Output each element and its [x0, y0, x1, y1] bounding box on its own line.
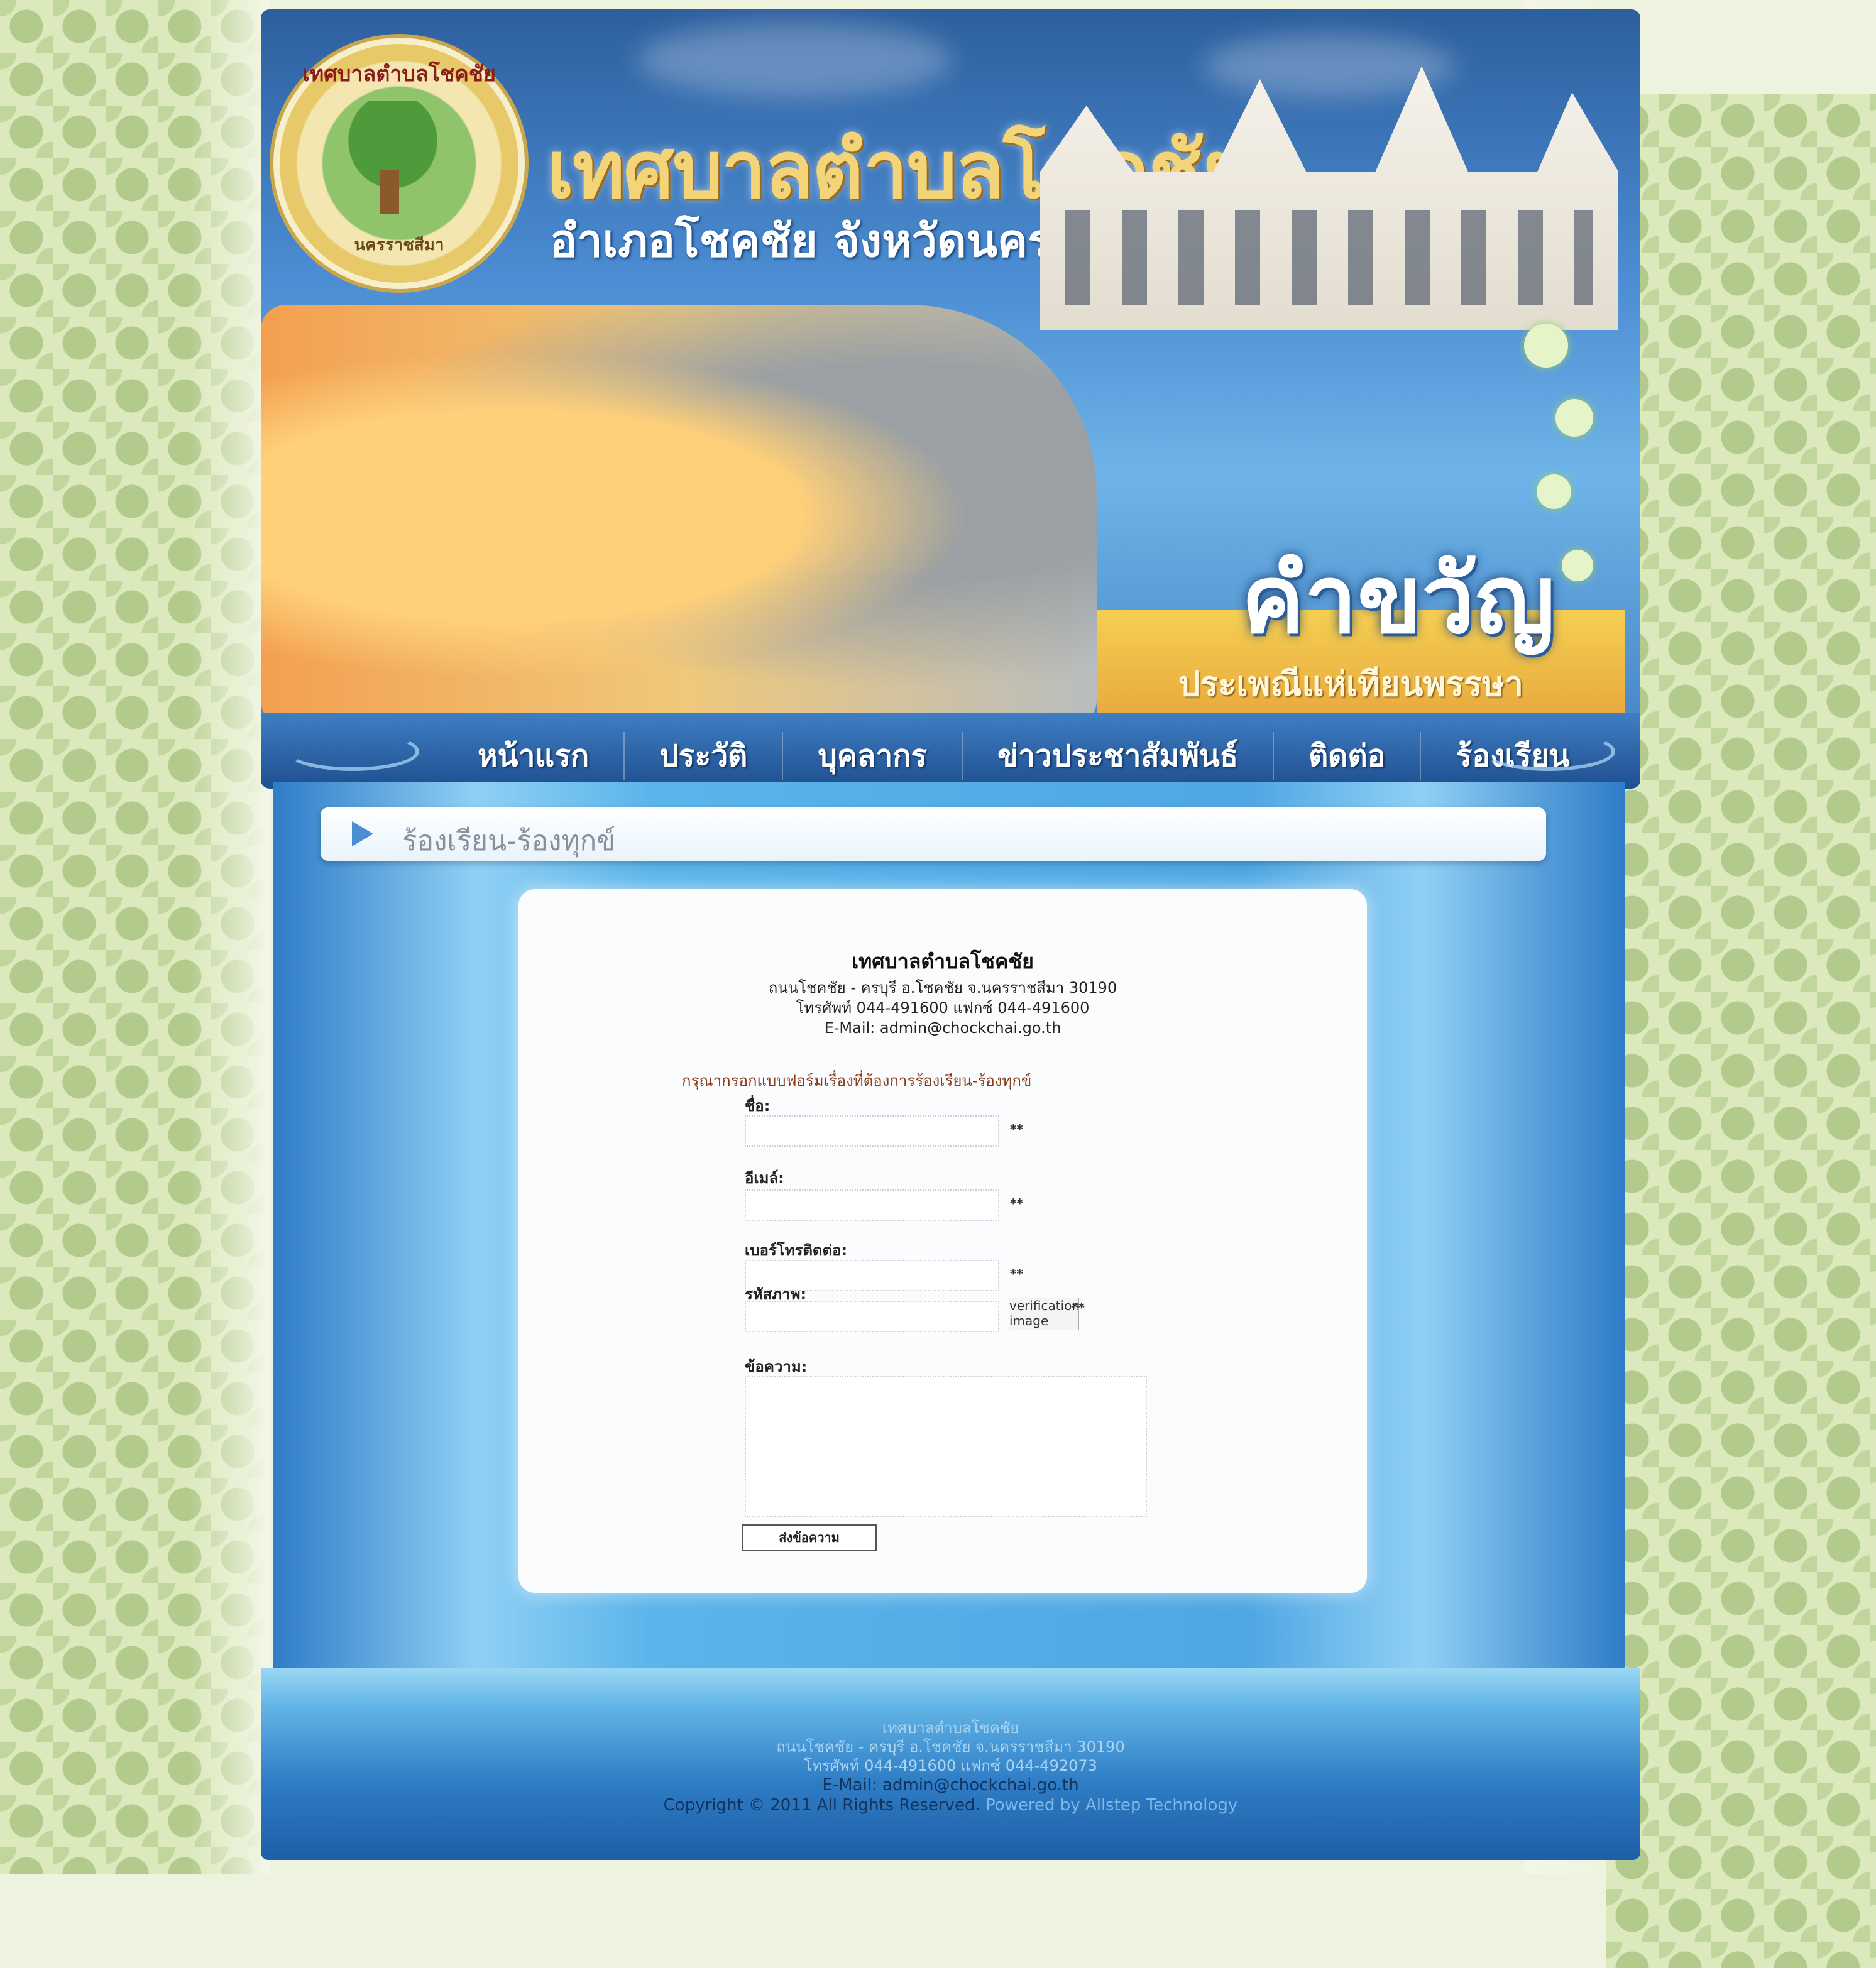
left-swirl-ornament — [286, 732, 419, 771]
town-hall-building-image — [1040, 66, 1618, 330]
left-fade — [189, 0, 270, 1874]
gold-strip-text: ประเพณีแห่เทียนพรรษา — [1178, 664, 1523, 704]
send-message-button[interactable]: ส่งข้อความ — [742, 1524, 877, 1551]
captcha-field[interactable] — [745, 1301, 999, 1332]
footer-copyright-line: Copyright © 2011 All Rights Reserved. Po… — [261, 1795, 1640, 1815]
footer-address: ถนนโชคชัย - ครบุรี อ.โชคชัย จ.นครราชสีมา… — [776, 1738, 1125, 1756]
footer-powered-by-link[interactable]: Powered by Allstep Technology — [985, 1796, 1237, 1815]
nav-item-news[interactable]: ข่าวประชาสัมพันธ์ — [963, 732, 1275, 780]
play-arrow-icon — [352, 821, 373, 846]
welcome-heading: คำขวัญ — [1241, 545, 1555, 655]
form-instructions: กรุณากรอกแบบฟอร์มเรื่องที่ต้องการร้องเรี… — [682, 1072, 1032, 1090]
footer-org-name: เทศบาลตำบลโชคชัย — [882, 1719, 1019, 1737]
site-header: เทศบาลตำบลโชคชัย นครราชสีมา เทศบาลตำบลโช… — [261, 9, 1640, 785]
captcha-image: verification image — [1009, 1298, 1079, 1330]
nav-item-personnel[interactable]: บุคลากร — [783, 732, 963, 780]
captcha-required-mark: ** — [1072, 1300, 1085, 1315]
phone-label: เบอร์โทรติดต่อ: — [745, 1242, 848, 1259]
org-name: เทศบาลตำบลโชคชัย — [852, 949, 1034, 973]
footer-copyright: Copyright © 2011 All Rights Reserved. — [663, 1796, 980, 1815]
footer-email: E-Mail: admin@chockchai.go.th — [822, 1776, 1079, 1795]
seal-top-text: เทศบาลตำบลโชคชัย — [302, 62, 496, 87]
main-content: ร้องเรียน-ร้องทุกข์ เทศบาลตำบลโชคชัย ถนน… — [273, 782, 1625, 1687]
right-pattern-background — [1606, 94, 1876, 1968]
cloud — [638, 22, 952, 97]
breadcrumb-title: ร้องเรียน-ร้องทุกข์ — [402, 825, 616, 857]
nav-item-contact[interactable]: ติดต่อ — [1274, 732, 1422, 780]
tree-trunk — [380, 170, 399, 214]
flower-decoration — [1555, 399, 1593, 437]
nav-item-history[interactable]: ประวัติ — [625, 732, 784, 780]
seal-bottom-text: นครราชสีมา — [354, 236, 444, 254]
name-field[interactable] — [745, 1115, 999, 1147]
footer-text-block: เทศบาลตำบลโชคชัย ถนนโชคชัย - ครบุรี อ.โช… — [261, 1719, 1640, 1815]
building-windows — [1065, 210, 1593, 305]
complaint-form-card: เทศบาลตำบลโชคชัย ถนนโชคชัย - ครบุรี อ.โช… — [518, 889, 1367, 1593]
main-navigation: หน้าแรก ประวัติ บุคลากร ข่าวประชาสัมพันธ… — [261, 713, 1640, 789]
name-required-mark: ** — [1010, 1122, 1023, 1137]
breadcrumb: ร้องเรียน-ร้องทุกข์ — [321, 807, 1546, 861]
message-label: ข้อความ: — [745, 1358, 808, 1375]
page-container: เทศบาลตำบลโชคชัย นครราชสีมา เทศบาลตำบลโช… — [261, 9, 1640, 1860]
phone-required-mark: ** — [1010, 1266, 1023, 1281]
nav-menu: หน้าแรก ประวัติ บุคลากร ข่าวประชาสัมพันธ… — [443, 732, 1604, 780]
email-label: อีเมล์: — [745, 1169, 784, 1187]
name-label: ชื่อ: — [745, 1097, 771, 1115]
email-required-mark: ** — [1010, 1196, 1023, 1211]
right-swirl-ornament — [1482, 732, 1615, 771]
org-phone: โทรศัพท์ 044-491600 แฟกซ์ 044-491600 — [796, 999, 1090, 1017]
flower-decoration — [1562, 550, 1593, 581]
organization-info: เทศบาลตำบลโชคชัย ถนนโชคชัย - ครบุรี อ.โช… — [518, 946, 1367, 1038]
municipality-seal-logo[interactable]: เทศบาลตำบลโชคชัย นครราชสีมา — [273, 38, 525, 289]
org-email: E-Mail: admin@chockchai.go.th — [824, 1019, 1061, 1037]
flower-decoration — [1524, 324, 1568, 368]
site-footer: เทศบาลตำบลโชคชัย ถนนโชคชัย - ครบุรี อ.โช… — [261, 1668, 1640, 1860]
message-textarea[interactable] — [745, 1376, 1147, 1517]
candle-festival-photo — [261, 305, 1097, 726]
org-address: ถนนโชคชัย - ครบุรี อ.โชคชัย จ.นครราชสีมา… — [768, 979, 1117, 997]
email-field[interactable] — [745, 1189, 999, 1221]
flower-decoration — [1537, 474, 1571, 509]
nav-item-home[interactable]: หน้าแรก — [443, 732, 625, 780]
footer-phone: โทรศัพท์ 044-491600 แฟกซ์ 044-492073 — [804, 1757, 1097, 1774]
